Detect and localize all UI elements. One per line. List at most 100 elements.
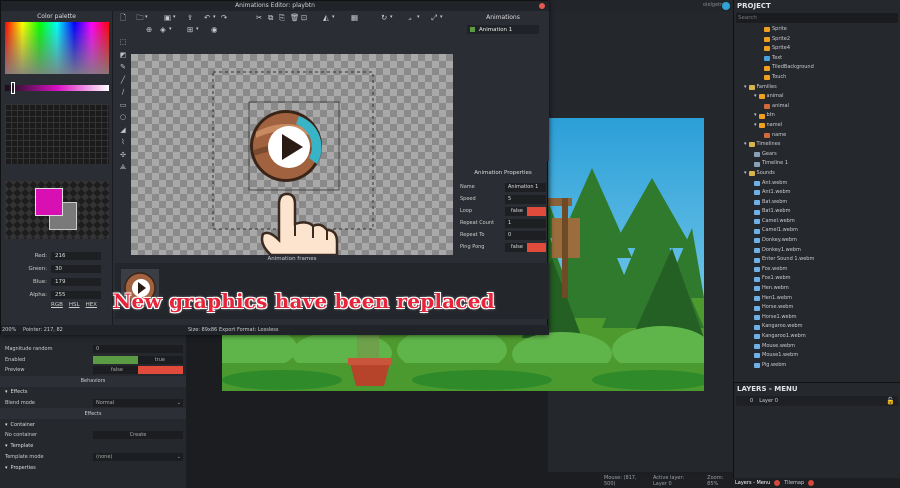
effects-header[interactable]: Effects xyxy=(0,408,186,419)
project-tree-item[interactable]: Mouse.webm xyxy=(734,342,900,352)
eyedropper-icon[interactable]: ⌇ xyxy=(119,136,128,149)
swatch-grid[interactable] xyxy=(5,104,109,164)
save-icon[interactable]: ▣ xyxy=(164,13,171,22)
project-tree-item[interactable]: Donkey1.webm xyxy=(734,246,900,256)
project-tree-item[interactable]: Fox.webm xyxy=(734,265,900,275)
project-tree-item[interactable]: Enter Sound 1.webm xyxy=(734,255,900,265)
close-tab-icon[interactable] xyxy=(774,480,781,486)
chevron-down-icon[interactable]: ▾ xyxy=(196,25,199,34)
chevron-down-icon[interactable]: ▾ xyxy=(754,111,757,121)
project-tree-item[interactable]: Gears xyxy=(734,150,900,160)
fill-bucket-icon[interactable]: ◢ xyxy=(119,124,128,137)
project-tree-item[interactable]: Ant.webm xyxy=(734,179,900,189)
eraser-icon[interactable]: ◩ xyxy=(119,49,128,62)
project-tree-item[interactable]: ▾ Families xyxy=(734,83,900,93)
brush-icon[interactable]: ╱ xyxy=(119,74,128,87)
blend-mode-select[interactable]: Normal ⌄ xyxy=(93,398,183,407)
chevron-down-icon[interactable]: ▾ xyxy=(332,13,335,22)
project-tree-item[interactable]: Camel.webm xyxy=(734,217,900,227)
layers-icon[interactable]: ◈ xyxy=(160,25,166,34)
color-slider[interactable] xyxy=(5,85,109,91)
green-field[interactable]: 30 xyxy=(51,265,101,273)
crop-tool-icon[interactable]: ⟓ xyxy=(408,13,412,22)
container-group[interactable]: ▾ Container xyxy=(0,419,186,430)
enabled-toggle[interactable]: true xyxy=(93,355,183,364)
project-tree-item[interactable]: Mouse1.webm xyxy=(734,351,900,361)
alpha-field[interactable]: 255 xyxy=(51,291,101,299)
project-tree-item[interactable]: Bat1.webm xyxy=(734,207,900,217)
chevron-down-icon[interactable]: ▾ xyxy=(744,83,747,93)
chevron-down-icon[interactable]: ▾ xyxy=(754,92,757,102)
user-avatar[interactable] xyxy=(722,2,730,10)
paste-icon[interactable]: ⎘ xyxy=(279,13,285,22)
blue-field[interactable]: 179 xyxy=(51,278,101,286)
user-name[interactable]: olelgetn xyxy=(703,2,723,8)
project-tree-item[interactable]: Hen.webm xyxy=(734,284,900,294)
close-tab-icon[interactable] xyxy=(808,480,815,486)
new-file-icon[interactable]: 🗋 xyxy=(120,13,126,22)
lock-icon[interactable]: 🔓 xyxy=(886,396,895,406)
chevron-down-icon[interactable]: ▾ xyxy=(145,13,148,22)
pencil-icon[interactable]: ✎ xyxy=(119,61,128,74)
dialog-title[interactable]: Animations Editor: playbtn xyxy=(1,1,549,11)
project-tree-item[interactable]: animal xyxy=(734,102,900,112)
behaviors-header[interactable]: Behaviors xyxy=(0,375,186,387)
preview-toggle[interactable]: false xyxy=(93,366,183,375)
layer-row[interactable]: 0 Layer 0 🔓 xyxy=(736,396,898,406)
hsl-mode-link[interactable]: HSL xyxy=(69,302,80,308)
project-tree-item[interactable]: Sprite xyxy=(734,25,900,35)
zoom-in-icon[interactable]: ⊕ xyxy=(146,25,152,34)
grid-settings-icon[interactable]: ⊞ xyxy=(187,25,193,34)
project-tree-item[interactable]: name xyxy=(734,131,900,141)
loop-toggle[interactable]: false xyxy=(505,206,546,216)
project-tree-item[interactable]: ▾ namel xyxy=(734,121,900,131)
repeat-count-field[interactable]: 1 xyxy=(505,218,546,228)
project-tree-item[interactable]: Hen1.webm xyxy=(734,294,900,304)
chevron-down-icon[interactable]: ▾ xyxy=(744,169,747,179)
project-tree-item[interactable]: Touch xyxy=(734,73,900,83)
flip-icon[interactable]: ◭ xyxy=(323,13,329,22)
chevron-down-icon[interactable]: ▾ xyxy=(744,140,747,150)
rectangle-icon[interactable]: ▭ xyxy=(119,99,128,112)
project-tree-item[interactable]: Fox1.webm xyxy=(734,274,900,284)
template-mode-select[interactable]: (none) ⌄ xyxy=(93,452,183,461)
line-icon[interactable]: ∕ xyxy=(119,86,128,99)
chevron-down-icon[interactable]: ▾ xyxy=(754,121,757,131)
properties-group[interactable]: ▾ Properties xyxy=(0,462,186,473)
project-tree-item[interactable]: Timeline 1 xyxy=(734,159,900,169)
project-tree-item[interactable]: Kangaroo1.webm xyxy=(734,332,900,342)
open-folder-icon[interactable]: 🗀 xyxy=(136,13,144,22)
project-tree-item[interactable]: TiledBackground xyxy=(734,63,900,73)
chevron-down-icon[interactable]: ▾ xyxy=(173,13,176,22)
project-tree-item[interactable]: Camel1.webm xyxy=(734,226,900,236)
copy-icon[interactable]: ⧉ xyxy=(268,13,273,22)
chevron-down-icon[interactable]: ▾ xyxy=(169,25,172,34)
ping-pong-toggle[interactable]: false xyxy=(505,242,546,252)
resize-icon[interactable]: ⤢ xyxy=(431,13,437,22)
project-tree-item[interactable]: Sprite4 xyxy=(734,44,900,54)
import-icon[interactable]: ⇪ xyxy=(187,13,193,22)
select-rect-icon[interactable]: ⬚ xyxy=(119,36,128,49)
project-tree-item[interactable]: Horse.webm xyxy=(734,303,900,313)
ellipse-icon[interactable]: ○ xyxy=(119,111,128,124)
primary-color-swatch[interactable] xyxy=(35,188,63,216)
target-icon[interactable]: ◉ xyxy=(211,25,218,34)
project-tree-item[interactable]: Kangaroo.webm xyxy=(734,322,900,332)
color-picker-field[interactable] xyxy=(5,22,109,74)
hotspot-icon[interactable]: ✣ xyxy=(119,149,128,162)
animation-list-item[interactable]: Animation 1 xyxy=(467,25,539,34)
chevron-down-icon[interactable]: ▾ xyxy=(390,13,393,22)
tab-layers-menu[interactable]: Layers - Menu xyxy=(735,480,770,486)
rotate-icon[interactable]: ↻ xyxy=(381,13,387,22)
project-tree-item[interactable]: Sprite2 xyxy=(734,35,900,45)
delete-icon[interactable]: 🗑 xyxy=(290,13,300,22)
project-tree-item[interactable]: Pig.webm xyxy=(734,361,900,371)
project-tree-item[interactable]: Bat.webm xyxy=(734,198,900,208)
effects-group[interactable]: ▾ Effects xyxy=(0,387,186,398)
project-tree-item[interactable]: Text xyxy=(734,54,900,64)
chevron-down-icon[interactable]: ▾ xyxy=(417,13,420,22)
cut-icon[interactable]: ✂ xyxy=(256,13,262,22)
redo-icon[interactable]: ↷ xyxy=(221,13,227,22)
chevron-down-icon[interactable]: ▾ xyxy=(440,13,443,22)
template-group[interactable]: ▾ Template xyxy=(0,441,186,452)
